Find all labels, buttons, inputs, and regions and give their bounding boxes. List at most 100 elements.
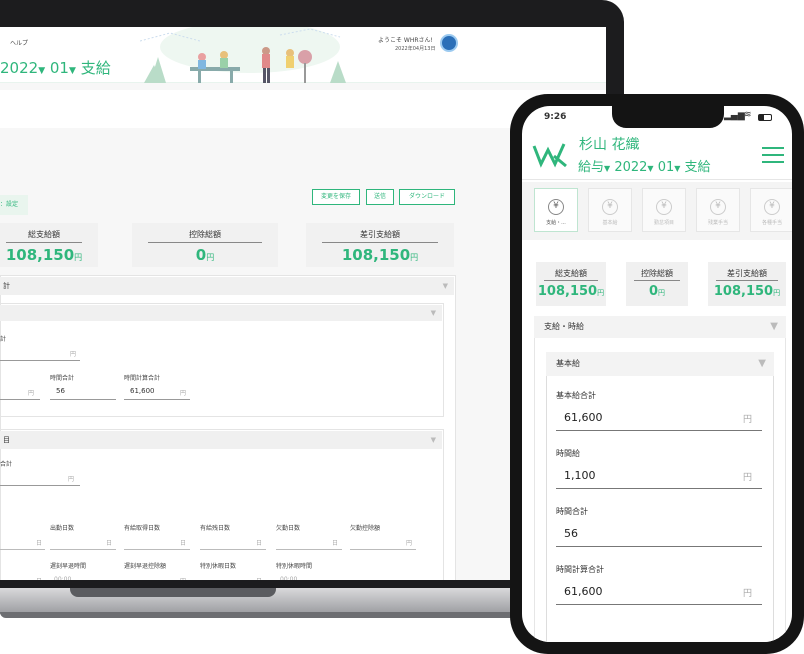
hamburger-menu-icon[interactable] (762, 147, 784, 163)
basic-total-input[interactable] (0, 360, 80, 361)
basic-unit: 円 (70, 351, 77, 358)
calc-total-input[interactable] (556, 604, 762, 605)
late-value: 円 (180, 576, 186, 580)
days-unit: 日 (106, 540, 113, 547)
logo-icon (532, 143, 567, 168)
hourly-unit: 円 (28, 390, 35, 397)
field-value-calc-total[interactable]: 61,600 (564, 585, 603, 598)
basic-pay-header[interactable]: ▼ (0, 305, 442, 321)
days-input[interactable] (200, 549, 266, 550)
calc-unit: 円 (180, 390, 187, 397)
category-select[interactable]: 給与 (578, 160, 604, 175)
basic-total-input[interactable] (556, 430, 762, 431)
period-selector[interactable]: 2022▼ 01▼ 支給 (0, 57, 111, 78)
hourly-input[interactable] (0, 399, 40, 400)
phone-basic-header[interactable]: 基本給 ▼ (546, 352, 774, 376)
field-unit-calc-total: 円 (743, 589, 753, 599)
days-label: 有給残日数 (200, 525, 231, 532)
phone-notch (612, 106, 724, 128)
attendance-unit: 円 (68, 476, 75, 483)
field-label-hours-total: 時間合計 (556, 507, 588, 516)
late-label: 特別休暇日数 (200, 563, 237, 570)
collapse-icon[interactable]: ▼ (758, 352, 766, 376)
tab-2[interactable]: ¥ 勤怠項目 (642, 188, 686, 232)
send-button[interactable]: 送信 (366, 189, 394, 205)
summary-deduction: 控除総額 0円 (132, 223, 278, 267)
days-unit: 円 (406, 540, 413, 547)
wifi-icon: ≋ (744, 110, 752, 120)
days-input[interactable] (124, 549, 190, 550)
yen-icon: ¥ (602, 199, 618, 215)
type-select[interactable]: 支給 (685, 160, 711, 175)
signal-icon: ▂▄▆ (724, 111, 745, 121)
download-button[interactable]: ダウンロード (399, 189, 455, 205)
attendance-total-label: 合計 (0, 461, 13, 468)
tab-1[interactable]: ¥ 基本給 (588, 188, 632, 232)
user-name: 杉山 花織 (579, 137, 640, 153)
days-unit: 日 (36, 540, 43, 547)
days-label: 欠勤控除額 (350, 525, 381, 532)
days-unit: 日 (180, 540, 187, 547)
section-header-top[interactable]: 計 ▼ (0, 277, 454, 295)
caret-down-icon: ▼ (647, 164, 654, 173)
summary-net: 差引支給額 108,150円 (306, 223, 454, 267)
caret-down-icon: ▼ (38, 66, 46, 76)
late-label: 遅刻早退控除額 (124, 563, 167, 570)
yen-icon: ¥ (656, 199, 672, 215)
yen-icon: ¥ (548, 199, 564, 215)
late-value: 日 (256, 576, 262, 580)
calc-total-label: 時間計算合計 (124, 375, 161, 382)
hours-total-value[interactable]: 56 (56, 387, 65, 395)
tab-4[interactable]: ¥ 各種手当 (750, 188, 792, 232)
collapse-icon[interactable]: ▼ (443, 277, 448, 295)
phone-screen: 9:26 ▂▄▆ ≋ 杉山 花織 給与▼ 2022▼ 01▼ 支給 ¥ 支給・.… (522, 106, 792, 642)
field-unit-basic-total: 円 (743, 415, 753, 425)
attendance-header[interactable]: 目 ▼ (0, 431, 442, 449)
laptop-notch (70, 588, 276, 597)
hours-total-input[interactable] (556, 546, 762, 547)
phone-summary-gross: 総支給額 108,150円 (536, 262, 606, 306)
calc-total-input[interactable] (124, 399, 190, 400)
collapse-icon[interactable]: ▼ (431, 431, 436, 449)
battery-icon (758, 114, 772, 121)
field-unit-hourly: 円 (743, 473, 753, 483)
days-input[interactable] (0, 549, 45, 550)
save-button[interactable]: 変更を保存 (312, 189, 360, 205)
year-select[interactable]: 2022 (614, 160, 647, 175)
calc-total-value[interactable]: 61,600 (130, 387, 155, 395)
caret-down-icon: ▼ (604, 164, 611, 173)
field-label-basic-total: 基本給合計 (556, 391, 596, 400)
tab-3[interactable]: ¥ 残業手当 (696, 188, 740, 232)
help-menu[interactable]: ヘルプ (10, 38, 28, 47)
days-input[interactable] (50, 549, 116, 550)
type-select[interactable]: 支給 (81, 59, 111, 77)
field-value-hours-total[interactable]: 56 (564, 527, 578, 540)
hourly-input[interactable] (556, 488, 762, 489)
avatar[interactable] (440, 34, 458, 52)
days-unit: 日 (256, 540, 263, 547)
phone-section-header[interactable]: 支給・時給 ▼ (534, 316, 786, 338)
days-input[interactable] (350, 549, 416, 550)
collapse-icon[interactable]: ▼ (431, 305, 436, 321)
attendance-total-input[interactable] (0, 485, 80, 486)
yen-icon: ¥ (764, 199, 780, 215)
late-value: 日 (36, 576, 42, 580)
tab-0[interactable]: ¥ 支給・... (534, 188, 578, 232)
days-input[interactable] (276, 549, 342, 550)
days-unit: 日 (332, 540, 339, 547)
month-select[interactable]: 01 (50, 59, 69, 77)
collapse-icon[interactable]: ▼ (770, 316, 778, 338)
phone-period-selector[interactable]: 給与▼ 2022▼ 01▼ 支給 (578, 156, 711, 175)
hours-total-input[interactable] (50, 399, 116, 400)
field-value-hourly[interactable]: 1,100 (564, 469, 596, 482)
late-value: 00:00 (54, 576, 72, 580)
app-header: ヘルプ 2022▼ 01▼ 支給 ようこそ WHRさん! 2022年04月13日 (0, 27, 606, 83)
yen-icon: ¥ (710, 199, 726, 215)
year-select[interactable]: 2022 (0, 59, 38, 77)
phone-summary-deduction: 控除総額 0円 (626, 262, 688, 306)
field-label-hourly: 時間給 (556, 449, 580, 458)
field-value-basic-total[interactable]: 61,600 (564, 411, 603, 424)
field-label-calc-total: 時間計算合計 (556, 565, 604, 574)
caret-down-icon: ▼ (674, 164, 681, 173)
month-select[interactable]: 01 (658, 160, 675, 175)
